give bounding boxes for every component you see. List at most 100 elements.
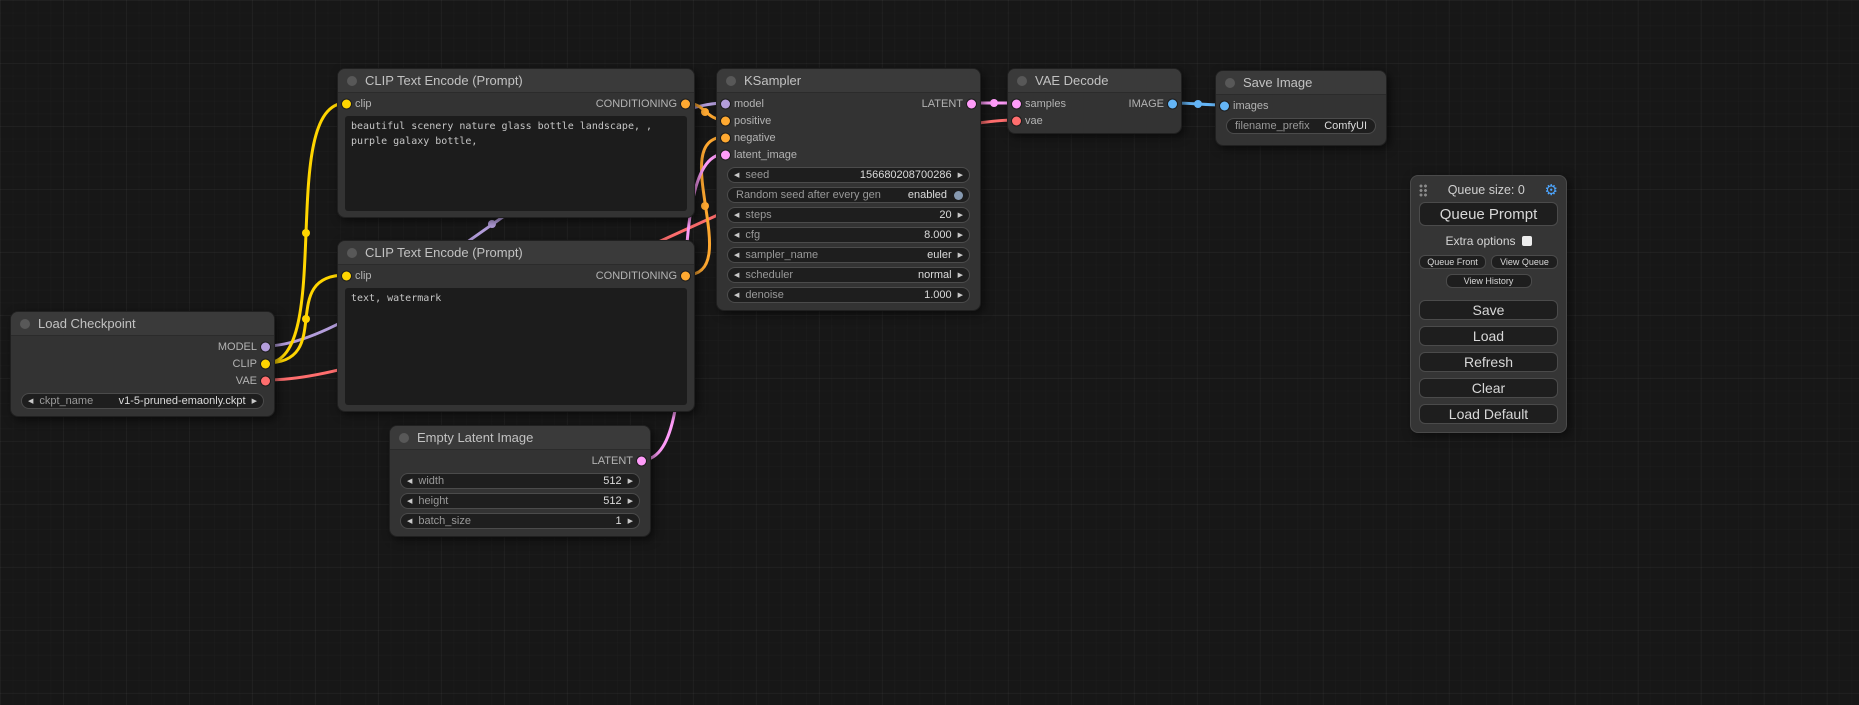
decrement-arrow-icon[interactable]: ◀ — [28, 398, 33, 405]
output-port-clip[interactable] — [261, 359, 270, 368]
queue-menu-panel: Queue size: 0 ⚙ Queue Prompt Extra optio… — [1410, 175, 1567, 433]
node-title-bar[interactable]: CLIP Text Encode (Prompt) — [338, 69, 694, 93]
refresh-button[interactable]: Refresh — [1419, 352, 1558, 372]
widget-value: ComfyUI — [1324, 120, 1367, 132]
queue-prompt-button[interactable]: Queue Prompt — [1419, 202, 1558, 226]
random-seed-toggle-widget[interactable]: Random seed after every gen enabled — [727, 187, 970, 203]
node-save-image[interactable]: Save Image images filename_prefix ComfyU… — [1215, 70, 1387, 146]
increment-arrow-icon[interactable]: ▶ — [628, 478, 633, 485]
collapse-toggle-dot[interactable] — [347, 248, 357, 258]
node-vae-decode[interactable]: VAE Decode samples IMAGE vae — [1007, 68, 1182, 134]
input-label-latent-image: latent_image — [734, 149, 797, 161]
node-clip-text-encode-positive[interactable]: CLIP Text Encode (Prompt) clip CONDITION… — [337, 68, 695, 218]
collapse-toggle-dot[interactable] — [726, 76, 736, 86]
output-label-model: MODEL — [218, 341, 257, 353]
input-port-negative[interactable] — [721, 133, 730, 142]
output-port-vae[interactable] — [261, 376, 270, 385]
increment-arrow-icon[interactable]: ▶ — [628, 518, 633, 525]
load-button[interactable]: Load — [1419, 326, 1558, 346]
input-port-model[interactable] — [721, 99, 730, 108]
prompt-text-input[interactable]: text, watermark — [345, 288, 687, 405]
decrement-arrow-icon[interactable]: ◀ — [734, 252, 739, 259]
collapse-toggle-dot[interactable] — [399, 433, 409, 443]
decrement-arrow-icon[interactable]: ◀ — [734, 292, 739, 299]
steps-widget[interactable]: ◀ steps 20 ▶ — [727, 207, 970, 223]
collapse-toggle-dot[interactable] — [1017, 76, 1027, 86]
load-default-button[interactable]: Load Default — [1419, 404, 1558, 424]
decrement-arrow-icon[interactable]: ◀ — [407, 498, 412, 505]
increment-arrow-icon[interactable]: ▶ — [958, 172, 963, 179]
input-port-positive[interactable] — [721, 116, 730, 125]
input-port-clip[interactable] — [342, 99, 351, 108]
widget-label: seed — [745, 169, 769, 181]
collapse-toggle-dot[interactable] — [1225, 78, 1235, 88]
seed-widget[interactable]: ◀ seed 156680208700286 ▶ — [727, 167, 970, 183]
decrement-arrow-icon[interactable]: ◀ — [734, 172, 739, 179]
output-port-latent[interactable] — [637, 456, 646, 465]
collapse-toggle-dot[interactable] — [347, 76, 357, 86]
node-title-bar[interactable]: Load Checkpoint — [11, 312, 274, 336]
view-queue-button[interactable]: View Queue — [1491, 255, 1558, 269]
decrement-arrow-icon[interactable]: ◀ — [734, 272, 739, 279]
increment-arrow-icon[interactable]: ▶ — [628, 498, 633, 505]
height-widget[interactable]: ◀ height 512 ▶ — [400, 493, 640, 509]
node-clip-text-encode-negative[interactable]: CLIP Text Encode (Prompt) clip CONDITION… — [337, 240, 695, 412]
input-port-samples[interactable] — [1012, 99, 1021, 108]
node-title-bar[interactable]: KSampler — [717, 69, 980, 93]
wire-midpoint-dot — [1194, 100, 1202, 108]
node-title: Save Image — [1243, 75, 1312, 90]
batch-size-widget[interactable]: ◀ batch_size 1 ▶ — [400, 513, 640, 529]
decrement-arrow-icon[interactable]: ◀ — [407, 478, 412, 485]
denoise-widget[interactable]: ◀ denoise 1.000 ▶ — [727, 287, 970, 303]
filename-prefix-widget[interactable]: filename_prefix ComfyUI — [1226, 118, 1376, 134]
scheduler-widget[interactable]: ◀ scheduler normal ▶ — [727, 267, 970, 283]
sampler-name-widget[interactable]: ◀ sampler_name euler ▶ — [727, 247, 970, 263]
view-history-button[interactable]: View History — [1446, 274, 1532, 288]
extra-options-checkbox[interactable] — [1522, 236, 1532, 246]
decrement-arrow-icon[interactable]: ◀ — [407, 518, 412, 525]
output-label-clip: CLIP — [233, 358, 257, 370]
input-port-vae[interactable] — [1012, 116, 1021, 125]
increment-arrow-icon[interactable]: ▶ — [958, 212, 963, 219]
increment-arrow-icon[interactable]: ▶ — [958, 272, 963, 279]
wire-midpoint-dot — [302, 229, 310, 237]
node-load-checkpoint[interactable]: Load Checkpoint MODEL CLIP VAE ◀ ckpt_na… — [10, 311, 275, 417]
input-port-clip[interactable] — [342, 271, 351, 280]
width-widget[interactable]: ◀ width 512 ▶ — [400, 473, 640, 489]
widget-value: 8.000 — [924, 229, 952, 241]
output-port-conditioning[interactable] — [681, 99, 690, 108]
increment-arrow-icon[interactable]: ▶ — [252, 398, 257, 405]
node-title-bar[interactable]: VAE Decode — [1008, 69, 1181, 93]
increment-arrow-icon[interactable]: ▶ — [958, 252, 963, 259]
node-title-bar[interactable]: CLIP Text Encode (Prompt) — [338, 241, 694, 265]
node-empty-latent-image[interactable]: Empty Latent Image LATENT ◀ width 512 ▶ … — [389, 425, 651, 537]
node-ksampler[interactable]: KSampler model LATENT positive negative … — [716, 68, 981, 311]
wire-midpoint-dot — [701, 108, 709, 116]
clear-button[interactable]: Clear — [1419, 378, 1558, 398]
increment-arrow-icon[interactable]: ▶ — [958, 292, 963, 299]
output-port-conditioning[interactable] — [681, 271, 690, 280]
decrement-arrow-icon[interactable]: ◀ — [734, 232, 739, 239]
menu-drag-handle-icon[interactable] — [1419, 184, 1428, 197]
ckpt-name-widget[interactable]: ◀ ckpt_name v1-5-pruned-emaonly.ckpt ▶ — [21, 393, 264, 409]
decrement-arrow-icon[interactable]: ◀ — [734, 212, 739, 219]
wire-midpoint-dot — [701, 202, 709, 210]
output-port-latent[interactable] — [967, 99, 976, 108]
queue-front-button[interactable]: Queue Front — [1419, 255, 1486, 269]
output-port-image[interactable] — [1168, 99, 1177, 108]
increment-arrow-icon[interactable]: ▶ — [958, 232, 963, 239]
collapse-toggle-dot[interactable] — [20, 319, 30, 329]
queue-size-label: Queue size: 0 — [1428, 183, 1545, 197]
graph-canvas[interactable]: Load Checkpoint MODEL CLIP VAE ◀ ckpt_na… — [0, 0, 1859, 705]
save-button[interactable]: Save — [1419, 300, 1558, 320]
input-port-latent-image[interactable] — [721, 150, 730, 159]
prompt-text-input[interactable]: beautiful scenery nature glass bottle la… — [345, 116, 687, 211]
node-title-bar[interactable]: Save Image — [1216, 71, 1386, 95]
input-port-images[interactable] — [1220, 101, 1229, 110]
settings-gear-icon[interactable]: ⚙ — [1545, 183, 1558, 198]
toggle-on-dot[interactable] — [954, 191, 963, 200]
cfg-widget[interactable]: ◀ cfg 8.000 ▶ — [727, 227, 970, 243]
input-label-samples: samples — [1025, 98, 1066, 110]
output-port-model[interactable] — [261, 342, 270, 351]
node-title-bar[interactable]: Empty Latent Image — [390, 426, 650, 450]
